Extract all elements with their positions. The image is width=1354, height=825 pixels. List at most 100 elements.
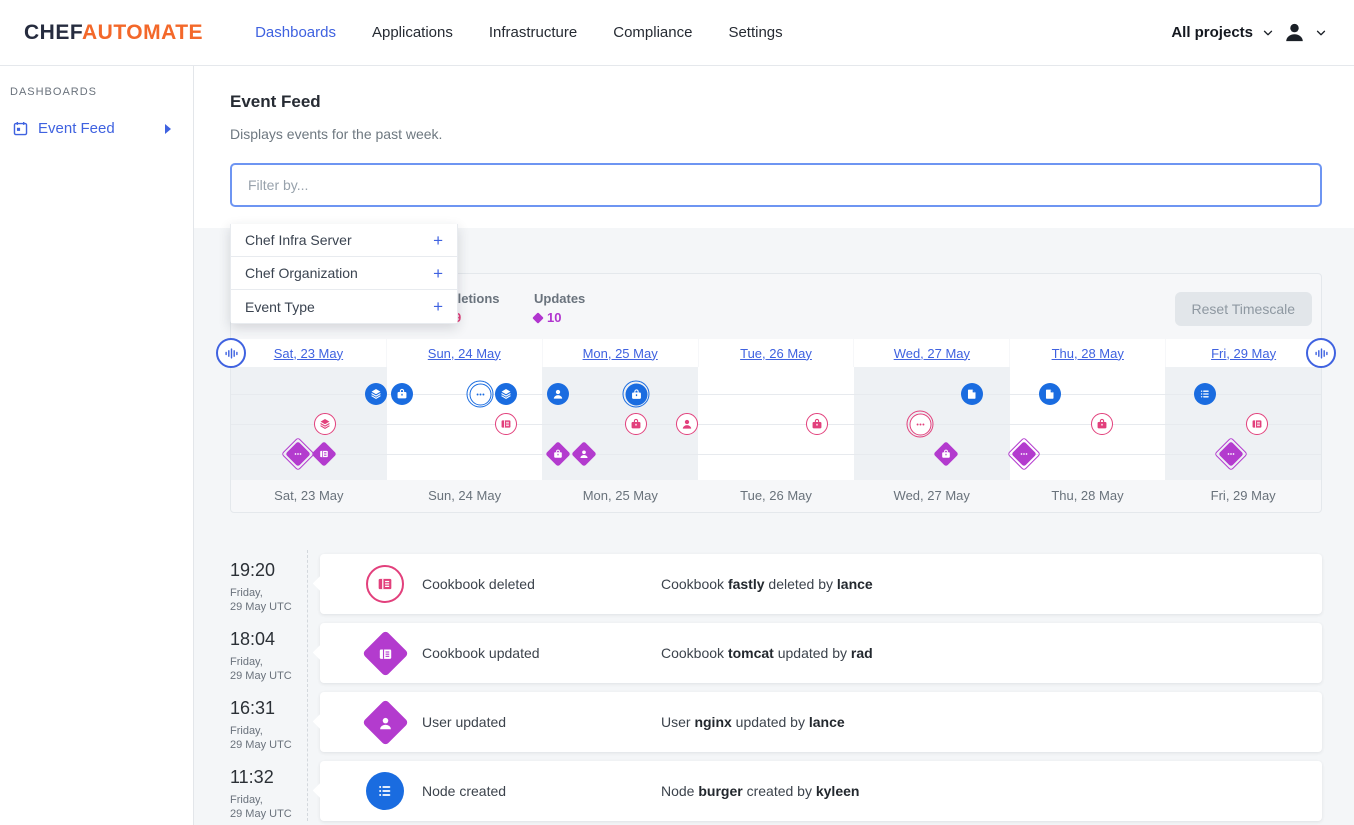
reset-timescale-button[interactable]: Reset Timescale xyxy=(1175,292,1312,326)
timeline-event-delete-bag[interactable] xyxy=(1091,413,1113,435)
day-link[interactable]: Thu, 28 May xyxy=(1052,346,1124,361)
timeline-event-create-dots[interactable] xyxy=(467,381,494,408)
day-link[interactable]: Sat, 23 May xyxy=(274,346,343,361)
event-weekday: Friday, xyxy=(230,656,320,669)
event-description-part: nginx xyxy=(694,714,731,730)
nav-item-compliance[interactable]: Compliance xyxy=(595,14,710,51)
add-filter-plus-icon[interactable]: + xyxy=(433,298,443,315)
timeline-event-delete-person[interactable] xyxy=(676,413,698,435)
nav-item-dashboards[interactable]: Dashboards xyxy=(237,14,354,51)
timeline-event-create-layers[interactable] xyxy=(365,383,387,405)
timeline-event-update-dots[interactable] xyxy=(286,442,310,466)
timeline-event-delete-cookbook[interactable] xyxy=(1246,413,1268,435)
timeline-event-create-list[interactable] xyxy=(1194,383,1216,405)
create-circle xyxy=(961,383,983,405)
person-icon xyxy=(551,387,565,401)
chevron-down-icon[interactable] xyxy=(1261,26,1275,40)
day-link[interactable]: Mon, 25 May xyxy=(583,346,658,361)
updates-diamond-icon xyxy=(532,312,543,323)
timeline-event-delete-dots[interactable] xyxy=(907,411,934,438)
axis-day-label: Tue, 26 May xyxy=(698,488,854,503)
stat-updates-count: 10 xyxy=(534,310,585,325)
dropdown-item-chef-organization[interactable]: Chef Organization + xyxy=(231,257,457,290)
event-icon xyxy=(362,772,408,810)
bag-icon xyxy=(629,387,643,401)
event-type-label: Cookbook updated xyxy=(422,645,575,661)
event-card: Node createdNode burger created by kylee… xyxy=(320,761,1322,821)
timeline-event-update-bag[interactable] xyxy=(549,445,567,463)
event-time: 19:20 xyxy=(230,560,320,581)
bag-icon xyxy=(629,417,643,431)
event-time: 11:32 xyxy=(230,767,320,788)
create-circle xyxy=(365,383,387,405)
timeline-event-create-person[interactable] xyxy=(547,383,569,405)
expand-arrow-icon[interactable] xyxy=(165,124,171,134)
timeline-event-update-cookbook[interactable] xyxy=(315,445,333,463)
dots-icon xyxy=(913,417,927,431)
event-description-part: Node xyxy=(661,783,698,799)
timeline-event-delete-cookbook[interactable] xyxy=(495,413,517,435)
timeline-event-update-dots[interactable] xyxy=(1219,442,1243,466)
event-time-block: 18:04Friday,29 May UTC xyxy=(230,623,320,683)
timeline-event-create-bag[interactable] xyxy=(391,383,413,405)
update-diamond xyxy=(545,441,570,466)
list-icon xyxy=(375,781,395,801)
event-description-part: User xyxy=(661,714,694,730)
update-diamond xyxy=(311,441,336,466)
layers-icon xyxy=(369,387,383,401)
dropdown-item-chef-infra-server[interactable]: Chef Infra Server+ xyxy=(231,224,457,257)
top-navigation-bar: CHEFAUTOMATE DashboardsApplicationsInfra… xyxy=(0,0,1354,66)
update-diamond xyxy=(1218,441,1243,466)
sidebar-item-event-feed[interactable]: Event Feed xyxy=(10,116,183,141)
event-list-item: 16:31Friday,29 May UTCUser updatedUser n… xyxy=(230,692,1322,752)
dropdown-item-event-type[interactable]: Event Type+ xyxy=(231,290,457,323)
user-menu-chevron-icon[interactable] xyxy=(1314,26,1328,40)
day-link[interactable]: Wed, 27 May xyxy=(894,346,970,361)
delete-circle-ring xyxy=(907,411,934,438)
timeline-event-update-dots[interactable] xyxy=(1012,442,1036,466)
event-description-part: burger xyxy=(698,783,742,799)
day-header-cell: Mon, 25 May xyxy=(543,339,698,367)
event-description-part: kyleen xyxy=(816,783,860,799)
nav-item-settings[interactable]: Settings xyxy=(710,14,800,51)
timeline-event-delete-layers[interactable] xyxy=(314,413,336,435)
cookbook-icon xyxy=(499,417,513,431)
update-diamond-icon xyxy=(362,630,409,677)
timeline-event-delete-bag[interactable] xyxy=(806,413,828,435)
chef-automate-logo: CHEFAUTOMATE xyxy=(24,21,203,45)
dropdown-item-label: Chef Organization xyxy=(245,265,358,281)
create-circle xyxy=(1039,383,1061,405)
day-link[interactable]: Tue, 26 May xyxy=(740,346,812,361)
day-link[interactable]: Fri, 29 May xyxy=(1211,346,1276,361)
timescale-right-handle[interactable] xyxy=(1306,338,1336,368)
timeline-event-create-node[interactable] xyxy=(1039,383,1061,405)
update-diamond xyxy=(571,441,596,466)
user-avatar-icon[interactable] xyxy=(1283,21,1306,44)
axis-day-label: Mon, 25 May xyxy=(542,488,698,503)
day-link[interactable]: Sun, 24 May xyxy=(428,346,501,361)
bag-icon xyxy=(552,448,564,460)
add-filter-plus-icon[interactable]: + xyxy=(433,232,443,249)
filter-input[interactable] xyxy=(230,163,1322,207)
delete-circle xyxy=(495,413,517,435)
filter-category-dropdown: Chef Infra Server+Chef Organization+Even… xyxy=(230,224,458,324)
delete-circle xyxy=(676,413,698,435)
day-header-cell: Thu, 28 May xyxy=(1010,339,1165,367)
timeline-event-create-layers[interactable] xyxy=(495,383,517,405)
add-filter-plus-icon[interactable]: + xyxy=(433,265,443,282)
page-header-block: Event Feed Displays events for the past … xyxy=(194,66,1354,228)
project-selector[interactable]: All projects xyxy=(1171,24,1253,41)
day-header-cell: Sun, 24 May xyxy=(387,339,542,367)
timeline-event-update-person[interactable] xyxy=(575,445,593,463)
timescale-left-handle[interactable] xyxy=(216,338,246,368)
nav-item-infrastructure[interactable]: Infrastructure xyxy=(471,14,595,51)
timeline-event-update-bag[interactable] xyxy=(937,445,955,463)
event-time: 16:31 xyxy=(230,698,320,719)
event-type-label: Node created xyxy=(422,783,575,799)
timeline-event-delete-bag[interactable] xyxy=(625,413,647,435)
timeline-event-create-bag[interactable] xyxy=(623,381,650,408)
event-rows: 19:20Friday,29 May UTCCookbook deletedCo… xyxy=(230,554,1322,821)
nav-item-applications[interactable]: Applications xyxy=(354,14,471,51)
event-description: User nginx updated by lance xyxy=(661,714,845,730)
timeline-event-create-node[interactable] xyxy=(961,383,983,405)
